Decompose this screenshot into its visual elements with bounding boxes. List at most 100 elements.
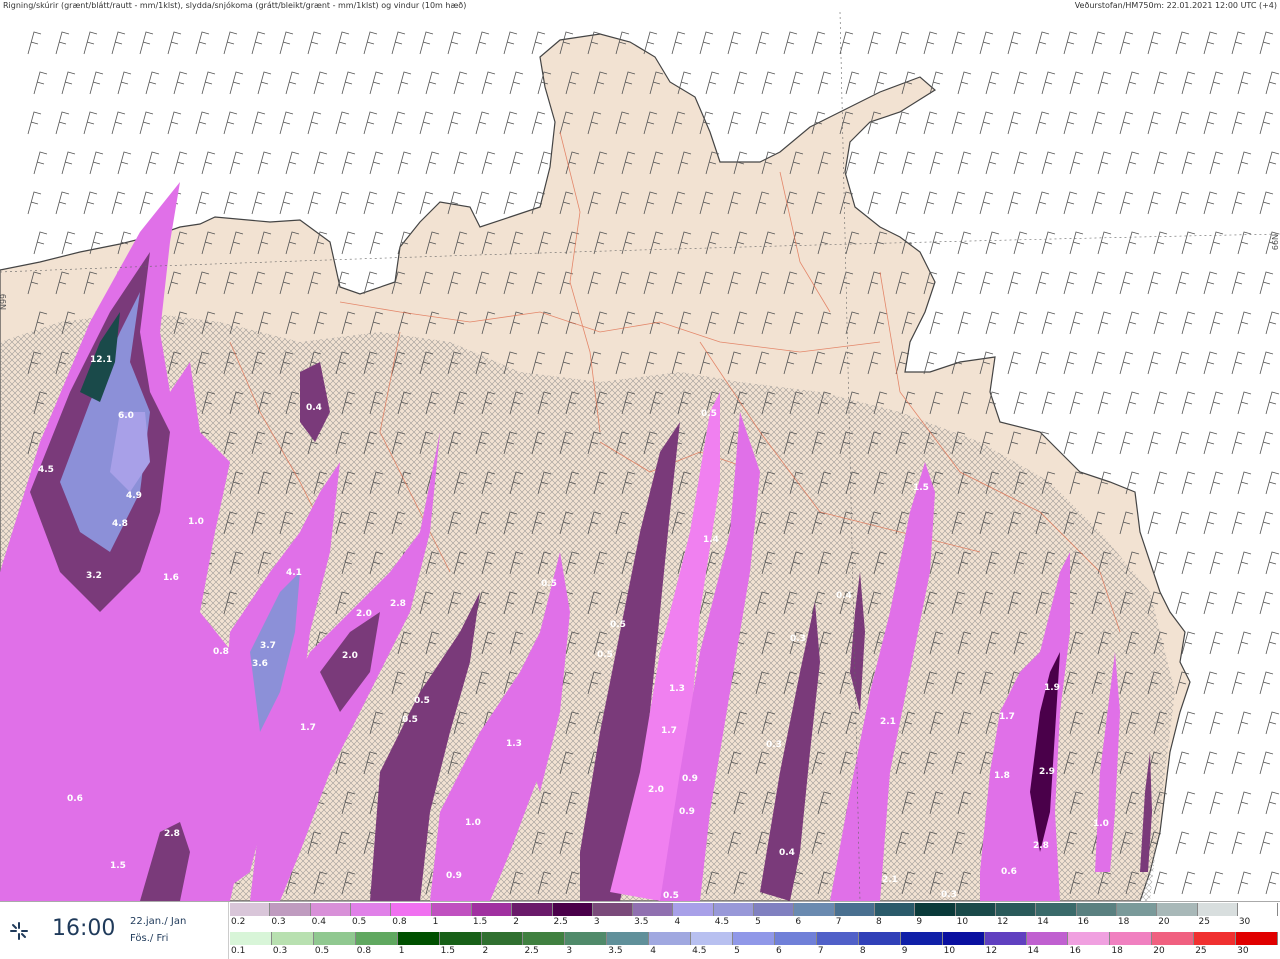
precip-label: 0.5 xyxy=(541,579,557,589)
rain-legend-label: 4 xyxy=(650,946,656,956)
rain-legend-swatch xyxy=(1110,932,1153,945)
rain-legend-swatch xyxy=(900,932,943,945)
snow-legend-swatch xyxy=(915,903,956,916)
snow-legend-label: 3 xyxy=(593,917,600,927)
precip-label: 2.8 xyxy=(1033,841,1049,851)
rain-legend-swatch xyxy=(1152,932,1195,945)
snow-legend-label: 4.5 xyxy=(714,917,730,927)
snow-legend-swatch xyxy=(592,903,634,916)
snow-legend-swatch xyxy=(270,903,311,916)
rain-legend-swatch xyxy=(858,932,901,945)
precip-label: 1.9 xyxy=(1044,683,1060,693)
rain-legend-swatch xyxy=(481,932,524,945)
precip-label: 1.8 xyxy=(994,771,1010,781)
snow-legend-label: 14 xyxy=(1037,917,1049,927)
rain-legend-swatch xyxy=(1194,932,1237,945)
snow-legend-swatch xyxy=(1116,903,1158,916)
rain-legend-swatch xyxy=(355,932,398,945)
snow-legend-label: 1 xyxy=(432,917,439,927)
snow-legend-swatch xyxy=(1157,903,1198,916)
rain-legend-label: 5 xyxy=(734,946,740,956)
snow-legend-label: 4 xyxy=(674,917,681,927)
precip-label: 6.0 xyxy=(118,411,134,421)
rain-legend-label: 9 xyxy=(901,946,908,956)
snow-legend-label: 6 xyxy=(795,917,802,927)
rain-legend-swatch xyxy=(565,932,608,945)
snow-legend-label: 25 xyxy=(1198,917,1210,927)
rain-legend-label: 0.5 xyxy=(314,946,330,956)
weather-map[interactable]: N99 N99 12.1 6.0 4.5 4.9 4.8 3.2 1.0 1.6… xyxy=(0,12,1280,901)
snow-legend-label: 8 xyxy=(876,917,882,927)
snow-legend-swatch xyxy=(230,903,271,916)
precip-label: 1.3 xyxy=(669,684,685,694)
rain-legend-swatch xyxy=(1026,932,1069,945)
precip-label: 1.0 xyxy=(1093,819,1109,829)
rain-legend-swatch xyxy=(1068,932,1111,945)
rain-legend-label: 2 xyxy=(482,946,489,956)
snow-legend-label: 7 xyxy=(835,917,842,927)
snow-legend-swatch xyxy=(633,903,674,916)
rain-legend-label: 10 xyxy=(943,946,956,956)
precip-label: 1.7 xyxy=(300,723,316,733)
rain-legend-label: 0.8 xyxy=(356,946,372,956)
precip-label: 3.6 xyxy=(252,659,268,669)
rain-legend-swatch xyxy=(439,932,482,945)
snow-legend-label: 2.5 xyxy=(553,917,568,927)
precip-label: 0.5 xyxy=(663,891,679,901)
rain-legend-swatch xyxy=(733,932,775,945)
precip-label: 1.7 xyxy=(661,726,677,736)
rain-legend-swatch xyxy=(607,932,650,945)
precip-label: 0.5 xyxy=(402,715,418,725)
snow-legend-swatch xyxy=(512,903,553,916)
snow-legend-label: 20 xyxy=(1158,917,1170,927)
rain-legend-label: 1.5 xyxy=(440,946,455,956)
rain-legend-label: 8 xyxy=(859,946,866,956)
precip-label: 0.4 xyxy=(836,591,852,601)
footer-bar: 16:00 22.jan./ Jan Fös./ Fri 0.2 0.3 0.4 0.… xyxy=(0,901,1280,959)
precip-label: 2.1 xyxy=(880,717,896,727)
precip-label: 0.6 xyxy=(1001,867,1017,877)
snow-legend-labels: 0.2 0.3 0.4 0.5 0.8 1 1.5 2 2.5 3 3.5 4 4.5 5 6 7 8 9 10 12… xyxy=(230,917,1278,930)
rain-legend-labels: 0.1 0.3 0.5 0.8 1 1.5 2 2.5 3 3.5 4 4.5 5 6 7 8 9 10 12 14 1… xyxy=(230,946,1278,959)
precip-label: 12.1 xyxy=(90,355,112,365)
precip-label: 2.9 xyxy=(1039,767,1055,777)
map-description: Rigning/skúrir (grænt/blátt/rautt - mm/1… xyxy=(3,1,467,10)
rain-legend-label: 14 xyxy=(1027,946,1039,956)
forecast-date: 22.jan./ Jan xyxy=(130,916,187,927)
rain-legend-label: 0.1 xyxy=(231,946,246,956)
precip-label: 2.8 xyxy=(164,829,180,839)
precip-label: 0.5 xyxy=(597,650,613,660)
grid-label-left: N99 xyxy=(0,294,8,310)
snow-legend-label: 16 xyxy=(1077,917,1090,927)
rain-legend-label: 3 xyxy=(566,946,573,956)
rain-legend-swatch xyxy=(1236,932,1279,945)
precip-label: 1.5 xyxy=(913,483,929,493)
precip-label: 0.9 xyxy=(679,807,695,817)
precip-label: 0.3 xyxy=(941,890,957,900)
precip-label: 4.9 xyxy=(126,491,142,501)
wind-icon[interactable] xyxy=(8,920,30,942)
time-panel: 16:00 22.jan./ Jan Fös./ Fri xyxy=(0,902,229,959)
precip-label: 0.9 xyxy=(682,774,698,784)
precip-label: 3.7 xyxy=(260,641,276,651)
precip-label: 0.5 xyxy=(610,620,626,630)
rain-legend-label: 6 xyxy=(775,946,782,956)
precip-label: 1.5 xyxy=(110,861,126,871)
rain-legend-label: 4.5 xyxy=(692,946,707,956)
snow-legend-label: 0.4 xyxy=(311,917,326,927)
snow-legend-label: 0.2 xyxy=(231,917,246,927)
precip-label: 0.5 xyxy=(414,696,430,706)
rain-legend-swatch xyxy=(397,932,440,945)
rain-legend-label: 25 xyxy=(1195,946,1207,956)
snow-legend-swatch xyxy=(1076,903,1117,916)
rain-legend-label: 18 xyxy=(1111,946,1123,956)
rain-legend-swatch xyxy=(271,932,314,945)
forecast-weekday: Fös./ Fri xyxy=(130,933,169,944)
snow-legend-label: 0.5 xyxy=(351,917,367,927)
snow-legend-bar xyxy=(230,903,1279,916)
snow-legend-swatch xyxy=(713,903,755,916)
rain-legend-swatch xyxy=(691,932,734,945)
snow-legend-label: 1.5 xyxy=(472,917,488,927)
snow-legend-label: 12 xyxy=(996,917,1009,927)
snow-legend-swatch xyxy=(1197,903,1238,916)
